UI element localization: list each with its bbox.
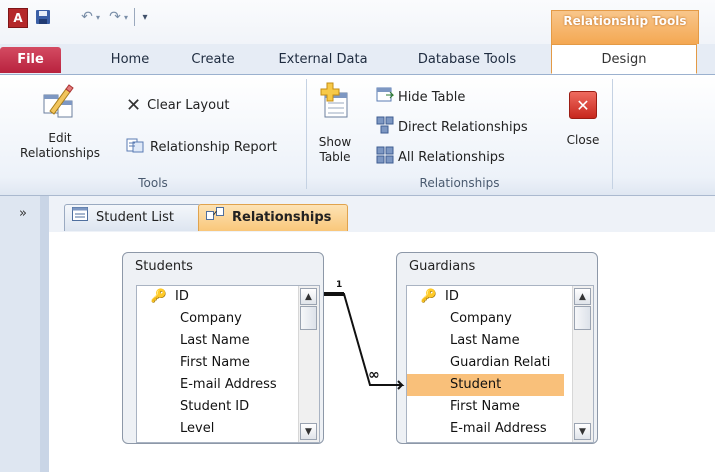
contextual-tab-label: Relationship Tools xyxy=(563,14,687,28)
ribbon-separator xyxy=(306,79,307,189)
show-table-label-1: Show xyxy=(318,135,352,149)
doctab-student-list-label: Student List xyxy=(96,210,175,225)
all-relationships-button[interactable]: All Relationships xyxy=(376,146,505,168)
nav-pane-edge xyxy=(40,196,49,472)
scroll-up-icon[interactable]: ▲ xyxy=(300,288,317,305)
scroll-up-icon[interactable]: ▲ xyxy=(574,288,591,305)
show-table-button[interactable]: Show Table xyxy=(310,77,360,167)
hide-table-label: Hide Table xyxy=(398,89,466,105)
document-tabs: Student List Relationships xyxy=(49,196,715,233)
doctab-relationships-label: Relationships xyxy=(232,210,332,225)
guardians-field[interactable]: Guardian Relati xyxy=(407,352,565,374)
scroll-thumb[interactable] xyxy=(300,306,317,330)
access-app-icon[interactable]: A xyxy=(8,8,28,28)
all-relationships-label: All Relationships xyxy=(398,149,505,165)
students-field-id[interactable]: 🔑 ID xyxy=(137,286,287,308)
students-field[interactable]: Last Name xyxy=(137,330,250,352)
tab-database-tools[interactable]: Database Tools xyxy=(408,49,526,71)
hide-table-icon xyxy=(376,87,395,107)
all-relationships-icon xyxy=(376,146,394,168)
edit-relationships-icon xyxy=(42,83,76,122)
ribbon-separator-2 xyxy=(612,79,613,189)
direct-relationships-button[interactable]: Direct Relationships xyxy=(376,116,528,138)
students-field[interactable]: First Name xyxy=(137,352,250,374)
scroll-down-icon[interactable]: ▼ xyxy=(300,423,317,440)
clear-layout-button[interactable]: ✕ Clear Layout xyxy=(126,95,229,116)
guardians-scrollbar[interactable]: ▲ ▼ xyxy=(572,286,593,442)
undo-dropdown-icon[interactable]: ▾ xyxy=(94,8,102,26)
relationship-report-label: Relationship Report xyxy=(150,139,278,155)
nav-pane-toggle[interactable]: » xyxy=(9,206,37,226)
edit-relationships-button[interactable]: Edit Relationships xyxy=(0,77,120,167)
students-field[interactable]: Level xyxy=(137,418,214,440)
form-icon xyxy=(72,205,88,231)
students-field[interactable]: E-mail Address xyxy=(137,374,277,396)
save-icon[interactable] xyxy=(35,8,51,26)
title-bar: A ↶ ▾ ↷ ▾ ▾ Relationship Tools xyxy=(0,0,715,45)
close-label: Close xyxy=(566,133,600,147)
guardians-field[interactable]: Last Name xyxy=(407,330,520,352)
tab-design[interactable]: Design xyxy=(551,44,697,74)
close-icon: ✕ xyxy=(569,91,597,119)
doctab-student-list[interactable]: Student List xyxy=(64,204,201,231)
guardians-field-selected[interactable]: Student xyxy=(407,374,564,396)
scroll-down-icon[interactable]: ▼ xyxy=(574,423,591,440)
direct-relationships-icon xyxy=(376,116,394,138)
students-scrollbar[interactable]: ▲ ▼ xyxy=(298,286,319,442)
tab-create[interactable]: Create xyxy=(185,49,241,71)
guardians-field[interactable]: First Name xyxy=(407,396,520,418)
customize-quick-access-icon[interactable]: ▾ xyxy=(139,8,151,26)
relationship-report-icon xyxy=(126,137,144,157)
students-table-title: Students xyxy=(135,259,193,274)
tab-file[interactable]: File xyxy=(0,47,61,73)
relationship-one-label: 1 xyxy=(336,280,343,290)
relationship-many-label: ∞ xyxy=(368,367,380,383)
ribbon-tabs: File Home Create External Data Database … xyxy=(0,44,715,75)
guardians-field-list[interactable]: 🔑 ID Company Last Name Guardian Relati St… xyxy=(406,285,594,443)
students-field[interactable]: Student ID xyxy=(137,396,249,418)
app-logo-letter: A xyxy=(13,11,23,25)
primary-key-icon: 🔑 xyxy=(150,289,167,304)
relationship-report-button[interactable]: Relationship Report xyxy=(126,137,277,157)
guardians-field-id[interactable]: 🔑 ID xyxy=(407,286,562,308)
tools-group-label: Tools xyxy=(138,176,168,190)
tab-home[interactable]: Home xyxy=(105,49,155,71)
quick-access-separator xyxy=(134,8,135,26)
clear-layout-icon: ✕ xyxy=(126,95,142,116)
show-table-label-2: Table xyxy=(319,150,351,164)
relationships-group-label: Relationships xyxy=(419,176,500,190)
students-field-list[interactable]: 🔑 ID Company Last Name First Name E-mail … xyxy=(136,285,320,443)
scroll-thumb[interactable] xyxy=(574,306,591,330)
contextual-tab-group: Relationship Tools xyxy=(551,10,699,45)
guardians-field[interactable]: E-mail Address xyxy=(407,418,547,440)
relationship-line[interactable] xyxy=(322,285,412,395)
guardians-table-title: Guardians xyxy=(409,259,476,274)
guardians-table[interactable]: Guardians 🔑 ID Company Last Name Guardian… xyxy=(396,252,598,444)
show-table-icon xyxy=(319,81,351,122)
edit-relationships-label-2: Relationships xyxy=(20,146,100,160)
clear-layout-label: Clear Layout xyxy=(147,98,230,113)
ribbon: Edit Relationships ✕ Clear Layout Relati… xyxy=(0,75,715,196)
close-button[interactable]: ✕ Close xyxy=(560,85,606,160)
students-field[interactable]: Company xyxy=(137,308,242,330)
students-table[interactable]: Students 🔑 ID Company Last Name First Nam… xyxy=(122,252,324,444)
direct-relationships-label: Direct Relationships xyxy=(398,119,528,135)
redo-dropdown-icon[interactable]: ▾ xyxy=(122,8,130,26)
relationships-tab-icon xyxy=(206,205,224,231)
tab-external-data[interactable]: External Data xyxy=(273,49,373,71)
doctab-relationships[interactable]: Relationships xyxy=(198,204,348,231)
hide-table-button[interactable]: Hide Table xyxy=(376,87,465,107)
edit-relationships-label-1: Edit xyxy=(48,131,72,145)
guardians-field[interactable]: Company xyxy=(407,308,512,330)
